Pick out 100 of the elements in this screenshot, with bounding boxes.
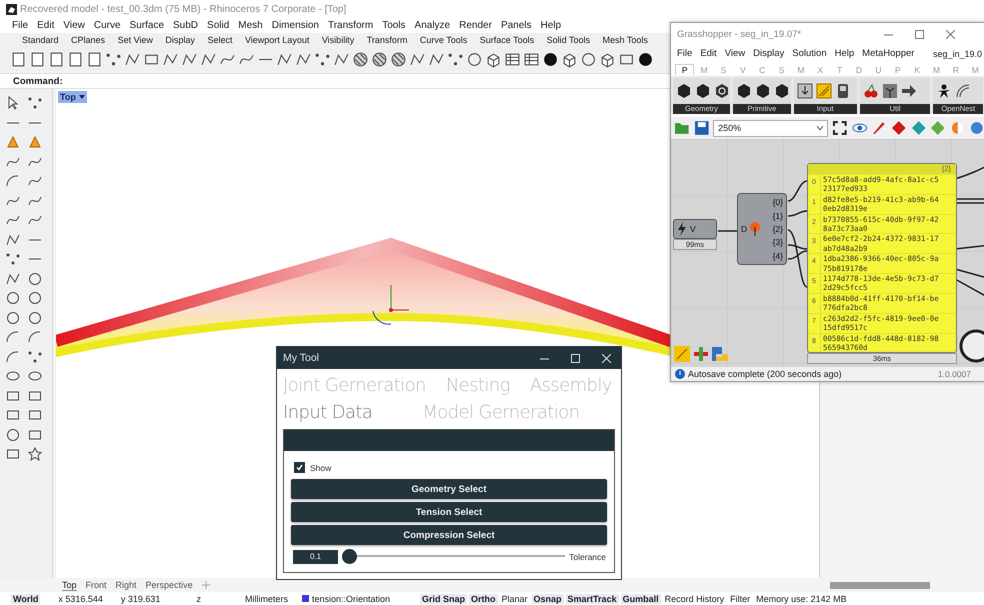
status-item[interactable]: x 5316.544	[56, 594, 105, 604]
select-button[interactable]: Tension Select	[291, 502, 607, 522]
hatch-icon[interactable]	[371, 50, 388, 68]
value-field[interactable]: 0.1	[293, 550, 338, 564]
star-icon[interactable]	[27, 446, 43, 462]
status-item[interactable]: Planar	[500, 594, 530, 604]
arrow-icon[interactable]	[900, 83, 916, 99]
document-icon[interactable]	[86, 50, 103, 68]
navigation-dial-icon[interactable]	[959, 329, 984, 363]
box-icon[interactable]	[561, 50, 578, 68]
checkbox[interactable]	[294, 462, 305, 473]
document-icon[interactable]	[10, 50, 27, 68]
frame-icon[interactable]	[832, 120, 848, 136]
hexagon-icon[interactable]	[736, 83, 752, 99]
hexagon-icon[interactable]	[755, 83, 771, 99]
circle-icon[interactable]	[27, 290, 43, 306]
status-item[interactable]: Memory use: 2142 MB	[754, 594, 849, 604]
points-icon[interactable]	[105, 50, 122, 68]
points-icon[interactable]	[27, 348, 43, 364]
circle-icon[interactable]	[580, 50, 597, 68]
text-panel[interactable]	[807, 163, 957, 354]
wireless-icon[interactable]	[955, 83, 972, 99]
menu-item[interactable]: File	[677, 48, 692, 59]
hexagon-icon[interactable]	[774, 83, 790, 99]
hexagon-icon[interactable]	[695, 83, 711, 99]
status-item[interactable]: Osnap	[532, 594, 564, 604]
status-item[interactable]: Grid Snap	[420, 594, 468, 604]
figure-icon[interactable]	[936, 83, 952, 99]
parameter-node[interactable]: V	[673, 219, 717, 239]
arc-icon[interactable]	[27, 329, 43, 345]
menu-item[interactable]: Render	[459, 20, 492, 31]
circle-icon[interactable]	[5, 310, 21, 326]
document-icon[interactable]	[29, 50, 46, 68]
maximize-icon[interactable]	[915, 30, 924, 38]
box-icon[interactable]	[599, 50, 616, 68]
points-icon[interactable]	[314, 50, 331, 68]
component-node[interactable]: D {0} {1} {2} {3} {4}	[737, 193, 787, 265]
menu-item[interactable]: Help	[540, 20, 562, 31]
cherry-icon[interactable]	[862, 83, 878, 99]
view-tab[interactable]: Front	[86, 580, 107, 590]
close-icon[interactable]	[946, 30, 955, 38]
table-icon[interactable]	[523, 50, 540, 68]
triangle-icon[interactable]	[27, 134, 43, 150]
select-button[interactable]: Geometry Select	[291, 479, 607, 499]
menu-item[interactable]: Surface	[130, 20, 164, 31]
menu-item[interactable]: Edit	[37, 20, 54, 31]
plugin-icons-drawing[interactable]	[674, 345, 730, 363]
save-icon[interactable]	[694, 120, 710, 136]
points-icon[interactable]	[5, 251, 21, 267]
tree-icon[interactable]	[882, 83, 898, 99]
toolbar-tab[interactable]: Standard	[22, 35, 59, 45]
download-icon[interactable]	[796, 83, 813, 99]
half-circle-icon[interactable]	[950, 120, 966, 136]
toolbar-tab[interactable]: Solid Tools	[546, 35, 590, 45]
arc-icon[interactable]	[5, 329, 21, 345]
menu-item[interactable]: Panels	[500, 20, 532, 31]
menu-item[interactable]: SubD	[173, 20, 198, 31]
brush-icon[interactable]	[871, 120, 888, 136]
circle-icon[interactable]	[466, 50, 483, 68]
slider-icon[interactable]	[816, 83, 832, 99]
hatch-icon[interactable]	[390, 50, 407, 68]
menu-item[interactable]: Solution	[792, 48, 827, 59]
sphere-icon[interactable]	[637, 50, 654, 68]
folder-icon[interactable]	[674, 120, 690, 136]
status-item[interactable]: Record History	[662, 594, 726, 604]
menu-item[interactable]: Tools	[382, 20, 406, 31]
menu-item[interactable]: Help	[834, 48, 854, 59]
points-icon[interactable]	[27, 95, 43, 111]
gumball-drawing[interactable]	[371, 285, 411, 325]
view-tab[interactable]: Perspective	[146, 580, 193, 590]
menu-item[interactable]: View	[724, 48, 746, 59]
circle-icon[interactable]	[5, 426, 21, 442]
sphere-icon[interactable]	[542, 50, 559, 68]
toolbar-tab[interactable]: Select	[207, 35, 232, 45]
menu-item[interactable]: Analyze	[414, 20, 450, 31]
toolbar-tab[interactable]: Viewport Layout	[244, 35, 310, 45]
toolbar-tab[interactable]: CPlanes	[71, 35, 106, 45]
view-tab[interactable]: Top	[62, 580, 77, 590]
status-item[interactable]: Gumball	[620, 594, 661, 604]
menu-item[interactable]: Curve	[94, 20, 121, 31]
view-tab[interactable]: Right	[116, 580, 137, 590]
toolbar-tab[interactable]: Visibility	[322, 35, 354, 45]
circle-icon[interactable]	[27, 270, 43, 286]
menu-item[interactable]: Display	[753, 48, 784, 59]
viewport-label[interactable]: Top	[58, 91, 87, 103]
status-item[interactable]: World	[11, 594, 40, 604]
hexagon-icon[interactable]	[714, 83, 730, 99]
triangle-icon[interactable]	[5, 134, 21, 150]
select-button[interactable]: Compression Select	[291, 525, 607, 545]
document-icon[interactable]	[67, 50, 84, 68]
slider-thumb[interactable]	[342, 549, 357, 564]
menu-item[interactable]: MetaHopper	[862, 48, 914, 59]
tab[interactable]: Input Data	[283, 399, 372, 426]
menu-item[interactable]: Edit	[700, 48, 717, 59]
menu-item[interactable]: File	[12, 20, 28, 31]
status-item[interactable]: Ortho	[469, 594, 498, 604]
table-icon[interactable]	[504, 50, 521, 68]
gem-icon[interactable]	[891, 120, 907, 136]
toolbar-tab[interactable]: Set View	[118, 35, 153, 45]
menu-item[interactable]: View	[63, 20, 85, 31]
